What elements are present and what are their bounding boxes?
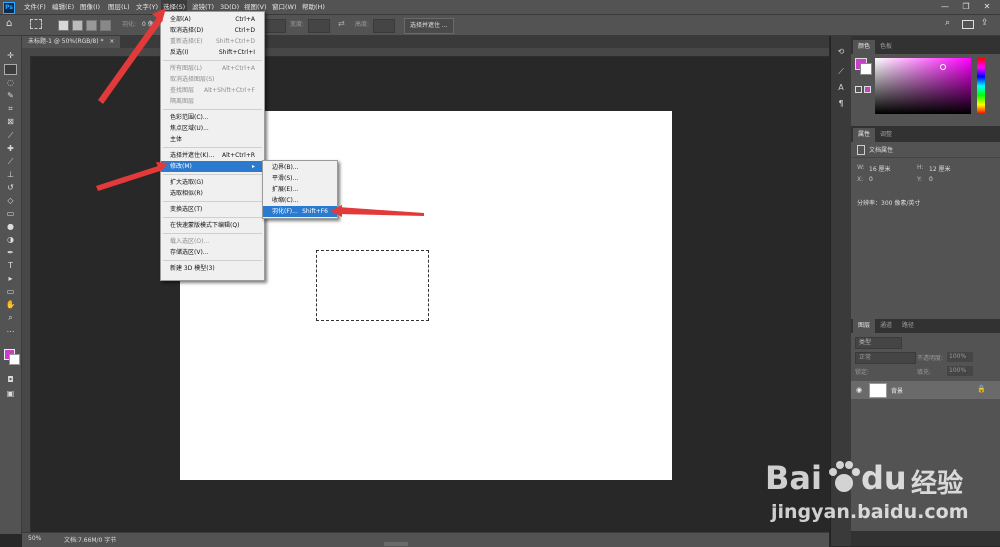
arrow-head-feather [330, 205, 342, 217]
arrow-to-feather [338, 207, 424, 216]
baidu-watermark: Bai du 经验 jingyan.baidu.com [765, 455, 995, 535]
watermark-brand: Bai [765, 459, 822, 497]
arrow-to-select-menu [98, 16, 163, 104]
paw-icon [827, 459, 861, 495]
arrow-to-modify [96, 166, 160, 191]
watermark-brand-2: du [861, 459, 907, 497]
watermark-url: jingyan.baidu.com [771, 501, 969, 523]
watermark-cn: 经验 [911, 469, 964, 499]
